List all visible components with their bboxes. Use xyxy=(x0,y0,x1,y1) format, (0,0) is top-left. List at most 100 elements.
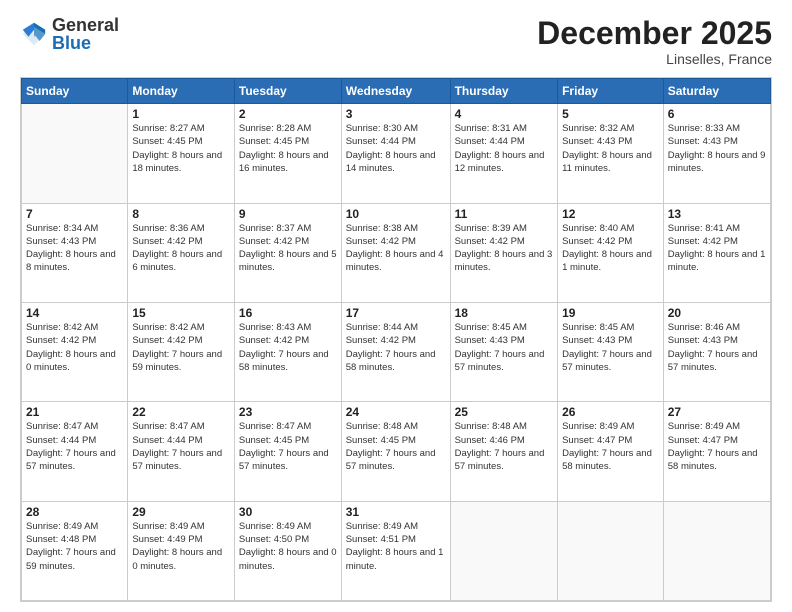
cell-info: Sunrise: 8:49 AM Sunset: 4:51 PM Dayligh… xyxy=(346,520,446,573)
header-tuesday: Tuesday xyxy=(234,79,341,104)
table-row: 7Sunrise: 8:34 AM Sunset: 4:43 PM Daylig… xyxy=(22,203,128,302)
day-number: 8 xyxy=(132,207,230,221)
logo-text: General Blue xyxy=(52,16,119,52)
header-thursday: Thursday xyxy=(450,79,558,104)
day-number: 25 xyxy=(455,405,554,419)
day-number: 13 xyxy=(668,207,766,221)
day-number: 17 xyxy=(346,306,446,320)
location: Linselles, France xyxy=(537,51,772,67)
cell-info: Sunrise: 8:49 AM Sunset: 4:48 PM Dayligh… xyxy=(26,520,123,573)
table-row xyxy=(22,104,128,203)
cell-info: Sunrise: 8:49 AM Sunset: 4:47 PM Dayligh… xyxy=(668,420,766,473)
table-row: 25Sunrise: 8:48 AM Sunset: 4:46 PM Dayli… xyxy=(450,402,558,501)
table-row: 28Sunrise: 8:49 AM Sunset: 4:48 PM Dayli… xyxy=(22,501,128,600)
table-row: 14Sunrise: 8:42 AM Sunset: 4:42 PM Dayli… xyxy=(22,302,128,401)
table-row: 26Sunrise: 8:49 AM Sunset: 4:47 PM Dayli… xyxy=(558,402,664,501)
table-row: 3Sunrise: 8:30 AM Sunset: 4:44 PM Daylig… xyxy=(341,104,450,203)
logo: General Blue xyxy=(20,16,119,52)
table-row: 6Sunrise: 8:33 AM Sunset: 4:43 PM Daylig… xyxy=(663,104,770,203)
cell-info: Sunrise: 8:27 AM Sunset: 4:45 PM Dayligh… xyxy=(132,122,230,175)
cell-info: Sunrise: 8:47 AM Sunset: 4:45 PM Dayligh… xyxy=(239,420,337,473)
day-number: 2 xyxy=(239,107,337,121)
cell-info: Sunrise: 8:36 AM Sunset: 4:42 PM Dayligh… xyxy=(132,222,230,275)
table-row: 5Sunrise: 8:32 AM Sunset: 4:43 PM Daylig… xyxy=(558,104,664,203)
header-saturday: Saturday xyxy=(663,79,770,104)
cell-info: Sunrise: 8:38 AM Sunset: 4:42 PM Dayligh… xyxy=(346,222,446,275)
day-number: 7 xyxy=(26,207,123,221)
calendar-row: 14Sunrise: 8:42 AM Sunset: 4:42 PM Dayli… xyxy=(22,302,771,401)
table-row: 31Sunrise: 8:49 AM Sunset: 4:51 PM Dayli… xyxy=(341,501,450,600)
table-row: 2Sunrise: 8:28 AM Sunset: 4:45 PM Daylig… xyxy=(234,104,341,203)
table-row: 30Sunrise: 8:49 AM Sunset: 4:50 PM Dayli… xyxy=(234,501,341,600)
calendar-row: 1Sunrise: 8:27 AM Sunset: 4:45 PM Daylig… xyxy=(22,104,771,203)
table-row xyxy=(663,501,770,600)
cell-info: Sunrise: 8:45 AM Sunset: 4:43 PM Dayligh… xyxy=(455,321,554,374)
day-number: 21 xyxy=(26,405,123,419)
table-row: 16Sunrise: 8:43 AM Sunset: 4:42 PM Dayli… xyxy=(234,302,341,401)
title-area: December 2025 Linselles, France xyxy=(537,16,772,67)
cell-info: Sunrise: 8:46 AM Sunset: 4:43 PM Dayligh… xyxy=(668,321,766,374)
day-number: 1 xyxy=(132,107,230,121)
day-number: 27 xyxy=(668,405,766,419)
day-number: 6 xyxy=(668,107,766,121)
table-row: 12Sunrise: 8:40 AM Sunset: 4:42 PM Dayli… xyxy=(558,203,664,302)
cell-info: Sunrise: 8:39 AM Sunset: 4:42 PM Dayligh… xyxy=(455,222,554,275)
day-number: 22 xyxy=(132,405,230,419)
cell-info: Sunrise: 8:33 AM Sunset: 4:43 PM Dayligh… xyxy=(668,122,766,175)
logo-blue: Blue xyxy=(52,33,91,53)
cell-info: Sunrise: 8:30 AM Sunset: 4:44 PM Dayligh… xyxy=(346,122,446,175)
day-number: 30 xyxy=(239,505,337,519)
month-title: December 2025 xyxy=(537,16,772,51)
day-number: 18 xyxy=(455,306,554,320)
header: General Blue December 2025 Linselles, Fr… xyxy=(20,16,772,67)
day-number: 20 xyxy=(668,306,766,320)
cell-info: Sunrise: 8:31 AM Sunset: 4:44 PM Dayligh… xyxy=(455,122,554,175)
table-row xyxy=(450,501,558,600)
table-row: 22Sunrise: 8:47 AM Sunset: 4:44 PM Dayli… xyxy=(128,402,235,501)
day-number: 3 xyxy=(346,107,446,121)
cell-info: Sunrise: 8:47 AM Sunset: 4:44 PM Dayligh… xyxy=(132,420,230,473)
day-number: 23 xyxy=(239,405,337,419)
logo-icon xyxy=(20,20,48,48)
cell-info: Sunrise: 8:40 AM Sunset: 4:42 PM Dayligh… xyxy=(562,222,659,275)
day-number: 28 xyxy=(26,505,123,519)
day-number: 29 xyxy=(132,505,230,519)
cell-info: Sunrise: 8:41 AM Sunset: 4:42 PM Dayligh… xyxy=(668,222,766,275)
table-row: 4Sunrise: 8:31 AM Sunset: 4:44 PM Daylig… xyxy=(450,104,558,203)
cell-info: Sunrise: 8:42 AM Sunset: 4:42 PM Dayligh… xyxy=(132,321,230,374)
table-row: 8Sunrise: 8:36 AM Sunset: 4:42 PM Daylig… xyxy=(128,203,235,302)
table-row: 18Sunrise: 8:45 AM Sunset: 4:43 PM Dayli… xyxy=(450,302,558,401)
table-row: 9Sunrise: 8:37 AM Sunset: 4:42 PM Daylig… xyxy=(234,203,341,302)
table-row: 23Sunrise: 8:47 AM Sunset: 4:45 PM Dayli… xyxy=(234,402,341,501)
day-number: 10 xyxy=(346,207,446,221)
table-row: 17Sunrise: 8:44 AM Sunset: 4:42 PM Dayli… xyxy=(341,302,450,401)
cell-info: Sunrise: 8:32 AM Sunset: 4:43 PM Dayligh… xyxy=(562,122,659,175)
cell-info: Sunrise: 8:48 AM Sunset: 4:45 PM Dayligh… xyxy=(346,420,446,473)
calendar-row: 21Sunrise: 8:47 AM Sunset: 4:44 PM Dayli… xyxy=(22,402,771,501)
calendar-table: Sunday Monday Tuesday Wednesday Thursday… xyxy=(21,78,771,601)
header-sunday: Sunday xyxy=(22,79,128,104)
day-number: 15 xyxy=(132,306,230,320)
calendar-row: 7Sunrise: 8:34 AM Sunset: 4:43 PM Daylig… xyxy=(22,203,771,302)
page: General Blue December 2025 Linselles, Fr… xyxy=(0,0,792,612)
cell-info: Sunrise: 8:49 AM Sunset: 4:47 PM Dayligh… xyxy=(562,420,659,473)
day-number: 26 xyxy=(562,405,659,419)
cell-info: Sunrise: 8:42 AM Sunset: 4:42 PM Dayligh… xyxy=(26,321,123,374)
header-monday: Monday xyxy=(128,79,235,104)
cell-info: Sunrise: 8:45 AM Sunset: 4:43 PM Dayligh… xyxy=(562,321,659,374)
day-number: 12 xyxy=(562,207,659,221)
cell-info: Sunrise: 8:43 AM Sunset: 4:42 PM Dayligh… xyxy=(239,321,337,374)
calendar: Sunday Monday Tuesday Wednesday Thursday… xyxy=(20,77,772,602)
table-row: 13Sunrise: 8:41 AM Sunset: 4:42 PM Dayli… xyxy=(663,203,770,302)
day-number: 9 xyxy=(239,207,337,221)
logo-general: General xyxy=(52,15,119,35)
header-friday: Friday xyxy=(558,79,664,104)
table-row: 20Sunrise: 8:46 AM Sunset: 4:43 PM Dayli… xyxy=(663,302,770,401)
table-row: 11Sunrise: 8:39 AM Sunset: 4:42 PM Dayli… xyxy=(450,203,558,302)
day-number: 16 xyxy=(239,306,337,320)
table-row: 10Sunrise: 8:38 AM Sunset: 4:42 PM Dayli… xyxy=(341,203,450,302)
day-number: 11 xyxy=(455,207,554,221)
cell-info: Sunrise: 8:49 AM Sunset: 4:50 PM Dayligh… xyxy=(239,520,337,573)
cell-info: Sunrise: 8:47 AM Sunset: 4:44 PM Dayligh… xyxy=(26,420,123,473)
day-number: 5 xyxy=(562,107,659,121)
